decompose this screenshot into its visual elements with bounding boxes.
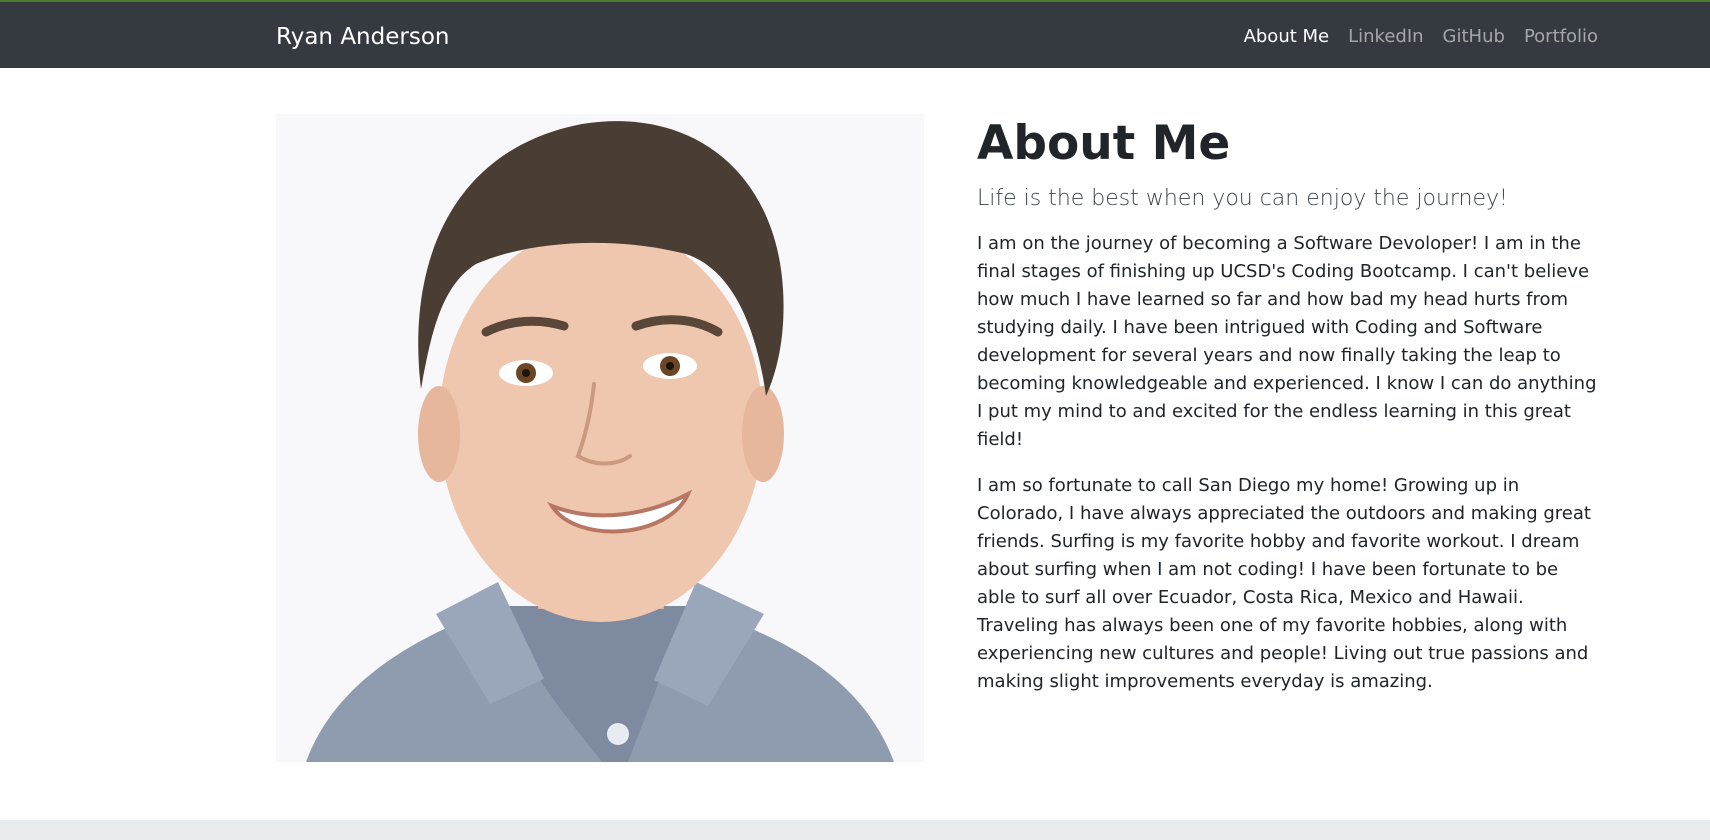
page-title: About Me — [977, 116, 1231, 171]
brand-link[interactable]: Ryan Anderson — [276, 22, 449, 52]
top-navbar: Ryan Anderson About Me LinkedIn GitHub P… — [0, 0, 1710, 68]
about-me-section: About Me Life is the best when you can e… — [977, 114, 1599, 696]
profile-photo — [276, 114, 924, 762]
nav-link-about-me[interactable]: About Me — [1244, 25, 1330, 49]
footer — [0, 820, 1710, 840]
nav-link-linkedin[interactable]: LinkedIn — [1348, 25, 1423, 49]
tagline: Life is the best when you can enjoy the … — [977, 186, 1508, 211]
bio-paragraph-2: I am so fortunate to call San Diego my h… — [977, 475, 1591, 692]
nav-link-portfolio[interactable]: Portfolio — [1524, 25, 1598, 49]
nav-link-github[interactable]: GitHub — [1443, 25, 1505, 49]
profile-photo-illustration — [276, 114, 924, 762]
bio-paragraph-1: I am on the journey of becoming a Softwa… — [977, 233, 1597, 450]
nav-links: About Me LinkedIn GitHub Portfolio — [1244, 25, 1598, 49]
